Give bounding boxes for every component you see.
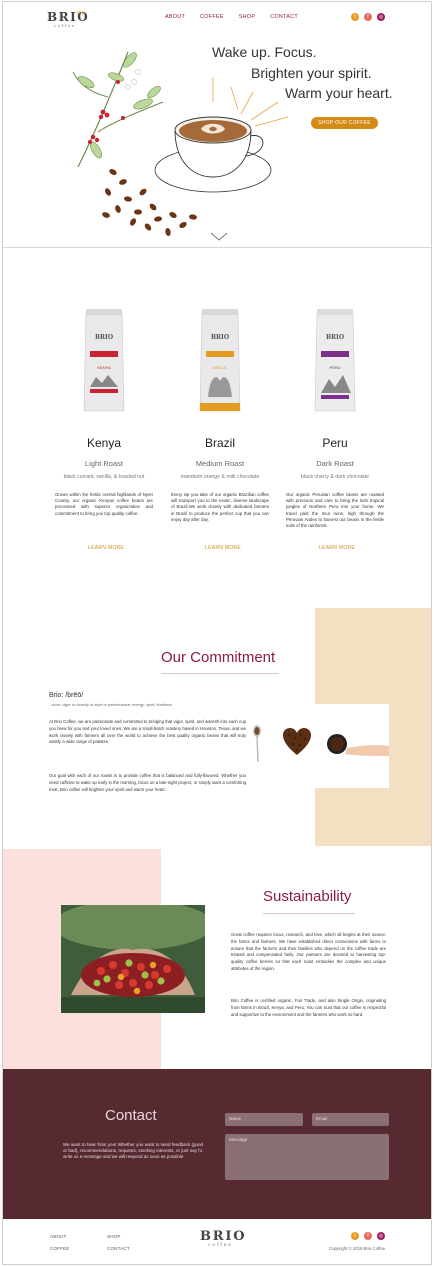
svg-text:BRIO: BRIO [211,334,229,341]
hero-headline-3: Warm your heart. [285,85,393,101]
sustainability-paragraph-1: Great coffee requires focus, research, a… [231,932,386,971]
bean-heart-icon [283,728,311,755]
brio-definition-meaning: - noun: vigor or vivacity of style or pe… [49,702,173,707]
social-links: t f ◎ [351,13,385,21]
coffee-spoon-icon [253,725,261,763]
twitter-icon[interactable]: t [351,13,359,21]
product-roast: Medium Roast [195,459,245,468]
nav-about[interactable]: ABOUT [165,14,185,20]
kenya-coffee-bag[interactable]: BRIO KENYA [82,307,126,417]
commitment-title-underline [161,673,279,674]
sun-icon [76,10,84,16]
product-name: Peru [322,436,348,450]
nav-contact[interactable]: CONTACT [270,14,298,20]
svg-text:BRIO: BRIO [326,334,344,341]
message-textarea[interactable]: Message [225,1134,389,1180]
footer-link-contact[interactable]: CONTACT [107,1246,130,1251]
footer-logo[interactable]: BRIO coffee [200,1229,247,1248]
footer-social-links: t f ◎ [351,1232,385,1240]
coffee-cup-hand-icon [327,734,389,756]
learn-more-peru-link[interactable]: LEARN MORE [319,545,355,551]
brazil-coffee-bag[interactable]: BRIO BRAZIL [198,307,242,417]
instagram-icon[interactable]: ◎ [377,1232,385,1240]
main-nav: ABOUT COFFEE SHOP CONTACT [165,14,298,20]
nav-coffee[interactable]: COFFEE [200,14,224,20]
commitment-title: Our Commitment [161,649,276,666]
coffee-cherries-photo [61,905,205,1013]
nav-shop[interactable]: SHOP [239,14,255,20]
product-notes: black cherry & dark chocolate [300,474,370,480]
shop-our-coffee-button[interactable]: SHOP OUR COFFEE [311,117,378,129]
product-name: Kenya [86,436,122,450]
twitter-icon[interactable]: t [351,1232,359,1240]
product-card-kenya: BRIO KENYA Kenya Light Roast black curra… [44,307,164,517]
chevron-down-icon[interactable] [210,232,228,242]
section-divider [3,247,431,248]
brio-definition: Brio: /brēō/ [49,692,84,699]
copyright-text: Copyright © 2018 Brio Coffee [329,1246,386,1251]
site-header: BRIO coffee ABOUT COFFEE SHOP CONTACT t … [3,2,431,32]
product-description: Our organic Peruvian coffee beans are ro… [286,492,384,529]
product-roast: Light Roast [85,459,123,468]
sun-rays-decoration [212,77,289,127]
contact-description: We want to hear from you! Whether you wa… [63,1142,203,1160]
product-description: Every sip you take of our organic Brazil… [171,492,269,522]
footer-link-coffee[interactable]: COFFEE [50,1246,69,1251]
footer-link-shop[interactable]: SHOP [107,1234,121,1239]
learn-more-kenya-link[interactable]: LEARN MORE [88,545,124,551]
product-roast: Dark Roast [316,459,354,468]
product-card-peru: BRIO PERU Peru Dark Roast black cherry &… [275,307,395,529]
product-notes: black currant, vanilla, & toasted nut [63,474,145,480]
commitment-paragraph-2: Our goal with each of our roasts is to p… [49,773,246,792]
facebook-icon[interactable]: f [364,1232,372,1240]
hero-headline-1: Wake up. Focus. [212,44,317,60]
brand-name: BRIO [200,1229,247,1244]
sustainability-title: Sustainability [263,888,352,905]
brand-logo[interactable]: BRIO coffee [47,10,88,28]
product-notes: mandarin orange & milk chocolate [180,474,260,480]
footer-link-about[interactable]: ABOUT [50,1234,67,1239]
page-frame: BRIO coffee ABOUT COFFEE SHOP CONTACT t … [2,1,432,1265]
learn-more-brazil-link[interactable]: LEARN MORE [205,545,241,551]
product-description: Grown within the fertile central highlan… [55,492,153,516]
coffee-cherries-image [61,905,205,1013]
commitment-paragraph-1: At Brio Coffee, we are passionate and co… [49,719,246,745]
bag-label-kenya: KENYA [97,365,111,370]
sustainability-title-underline [263,913,355,914]
commitment-image-strip [243,704,389,788]
instagram-icon[interactable]: ◎ [377,13,385,21]
svg-text:BRIO: BRIO [95,334,113,341]
email-input[interactable]: Email [312,1113,389,1126]
contact-title: Contact [105,1107,157,1124]
sustainability-paragraph-2: Brio Coffee is certified organic, Fair T… [231,998,386,1017]
product-name: Brazil [204,436,235,450]
svg-text:PERU: PERU [329,365,340,370]
name-input[interactable]: Name [225,1113,303,1126]
facebook-icon[interactable]: f [364,13,372,21]
peru-coffee-bag[interactable]: BRIO PERU [313,307,357,417]
product-card-brazil: BRIO BRAZIL Brazil Medium Roast mandarin… [160,307,280,523]
hero-headline-2: Brighten your spirit. [251,65,372,81]
hero-section: Wake up. Focus. Brighten your spirit. Wa… [3,32,431,247]
svg-text:BRAZIL: BRAZIL [213,365,228,370]
